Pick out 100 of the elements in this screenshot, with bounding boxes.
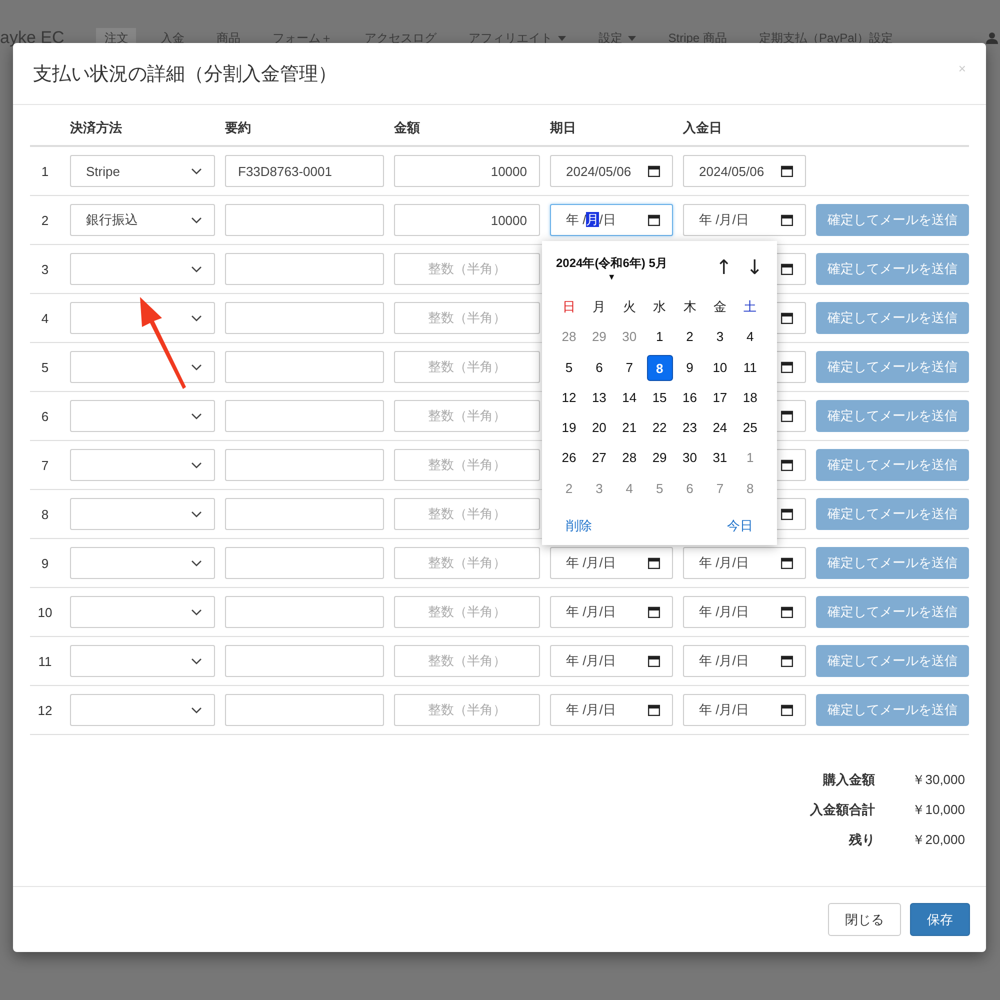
next-month-button[interactable]: ↓	[746, 255, 763, 279]
summary-field[interactable]	[225, 596, 384, 628]
calendar-day[interactable]: 17	[706, 384, 733, 411]
calendar-day[interactable]: 2	[556, 476, 582, 502]
calendar-icon[interactable]	[781, 704, 793, 716]
calendar-day[interactable]: 2	[676, 324, 703, 350]
payment-method-select[interactable]	[70, 351, 215, 383]
calendar-day[interactable]: 26	[556, 445, 582, 472]
caret-icon[interactable]	[628, 36, 636, 40]
calendar-icon[interactable]	[781, 459, 793, 471]
calendar-day[interactable]: 24	[706, 415, 733, 442]
calendar-day[interactable]: 1	[646, 324, 673, 350]
calendar-icon[interactable]	[781, 263, 793, 275]
calendar-icon[interactable]	[781, 165, 793, 177]
date-field[interactable]: 年 /月/日	[550, 547, 673, 579]
calendar-day[interactable]: 7	[616, 354, 642, 381]
calendar-day[interactable]: 21	[616, 415, 642, 442]
calendar-icon[interactable]	[648, 606, 660, 618]
clear-link[interactable]: 削除	[566, 517, 592, 535]
calendar-day[interactable]: 20	[586, 415, 612, 442]
calendar-icon[interactable]	[781, 361, 793, 373]
payment-method-select[interactable]: Stripe	[70, 155, 215, 187]
calendar-day[interactable]: 3	[586, 476, 612, 502]
amount-field[interactable]: 10000	[394, 204, 540, 236]
calendar-day[interactable]: 31	[706, 445, 733, 472]
month-title[interactable]: 2024年(令和6年) 5月	[556, 255, 668, 272]
calendar-day[interactable]: 18	[737, 384, 764, 411]
user-icon[interactable]	[986, 32, 998, 44]
summary-field[interactable]	[225, 351, 384, 383]
calendar-day[interactable]: 29	[646, 445, 673, 472]
close-button[interactable]: 閉じる	[828, 903, 901, 936]
date-field[interactable]: 2024/05/06	[683, 155, 806, 187]
calendar-day[interactable]: 5	[646, 476, 673, 502]
date-field[interactable]: 年 /月/日	[683, 204, 806, 236]
calendar-day[interactable]: 8	[737, 476, 764, 502]
calendar-day[interactable]: 6	[676, 476, 703, 502]
summary-field[interactable]: F33D8763-0001	[225, 155, 384, 187]
previous-month-button[interactable]: ↑	[715, 255, 732, 279]
calendar-day[interactable]: 25	[737, 415, 764, 442]
calendar-day[interactable]: 4	[616, 476, 642, 502]
summary-field[interactable]	[225, 400, 384, 432]
calendar-day[interactable]: 8	[646, 354, 673, 381]
calendar-day[interactable]: 5	[556, 354, 582, 381]
date-field[interactable]: 年 /月/日	[683, 547, 806, 579]
calendar-icon[interactable]	[781, 508, 793, 520]
calendar-day[interactable]: 23	[676, 415, 703, 442]
calendar-day[interactable]: 12	[556, 384, 582, 411]
summary-field[interactable]	[225, 302, 384, 334]
calendar-icon[interactable]	[648, 655, 660, 667]
summary-field[interactable]	[225, 253, 384, 285]
calendar-day[interactable]: 13	[586, 384, 612, 411]
date-field[interactable]: 年 /月/日	[683, 645, 806, 677]
calendar-day[interactable]: 7	[706, 476, 733, 502]
calendar-icon[interactable]	[781, 410, 793, 422]
calendar-day[interactable]: 6	[586, 354, 612, 381]
calendar-icon[interactable]	[781, 214, 793, 226]
date-field[interactable]: 年 /月/日	[550, 596, 673, 628]
calendar-day[interactable]: 16	[676, 384, 703, 411]
date-field[interactable]: 年 /月/日	[550, 645, 673, 677]
calendar-icon[interactable]	[781, 655, 793, 667]
payment-method-select[interactable]: 銀行振込	[70, 204, 215, 236]
calendar-day[interactable]: 30	[616, 324, 642, 350]
calendar-icon[interactable]	[648, 214, 660, 226]
date-field[interactable]: 年 /月/日	[550, 204, 673, 236]
calendar-day[interactable]: 1	[737, 445, 764, 472]
summary-field[interactable]	[225, 204, 384, 236]
calendar-day[interactable]: 27	[586, 445, 612, 472]
calendar-day[interactable]: 30	[676, 445, 703, 472]
calendar-day[interactable]: 11	[737, 354, 764, 381]
calendar-icon[interactable]	[648, 704, 660, 716]
payment-method-select[interactable]	[70, 302, 215, 334]
summary-field[interactable]	[225, 449, 384, 481]
calendar-icon[interactable]	[648, 165, 660, 177]
save-button[interactable]: 保存	[910, 903, 970, 936]
calendar-day[interactable]: 15	[646, 384, 673, 411]
date-field[interactable]: 年 /月/日	[550, 694, 673, 726]
summary-field[interactable]	[225, 498, 384, 530]
calendar-icon[interactable]	[781, 557, 793, 569]
calendar-day[interactable]: 22	[646, 415, 673, 442]
calendar-day[interactable]: 9	[676, 354, 703, 381]
calendar-day[interactable]: 14	[616, 384, 642, 411]
calendar-day[interactable]: 4	[737, 324, 764, 350]
calendar-day[interactable]: 19	[556, 415, 582, 442]
amount-field[interactable]: 10000	[394, 155, 540, 187]
today-link[interactable]: 今日	[727, 517, 753, 535]
calendar-icon[interactable]	[781, 606, 793, 618]
date-field[interactable]: 2024/05/06	[550, 155, 673, 187]
date-field[interactable]: 年 /月/日	[683, 596, 806, 628]
summary-field[interactable]	[225, 547, 384, 579]
caret-icon[interactable]	[558, 36, 566, 40]
date-field[interactable]: 年 /月/日	[683, 694, 806, 726]
caret-icon[interactable]: ▾	[609, 272, 614, 284]
summary-field[interactable]	[225, 694, 384, 726]
calendar-day[interactable]: 3	[706, 324, 733, 350]
calendar-day[interactable]: 29	[586, 324, 612, 350]
calendar-day[interactable]: 10	[706, 354, 733, 381]
summary-field[interactable]	[225, 645, 384, 677]
calendar-day[interactable]: 28	[556, 324, 582, 350]
calendar-day[interactable]: 28	[616, 445, 642, 472]
calendar-icon[interactable]	[781, 312, 793, 324]
